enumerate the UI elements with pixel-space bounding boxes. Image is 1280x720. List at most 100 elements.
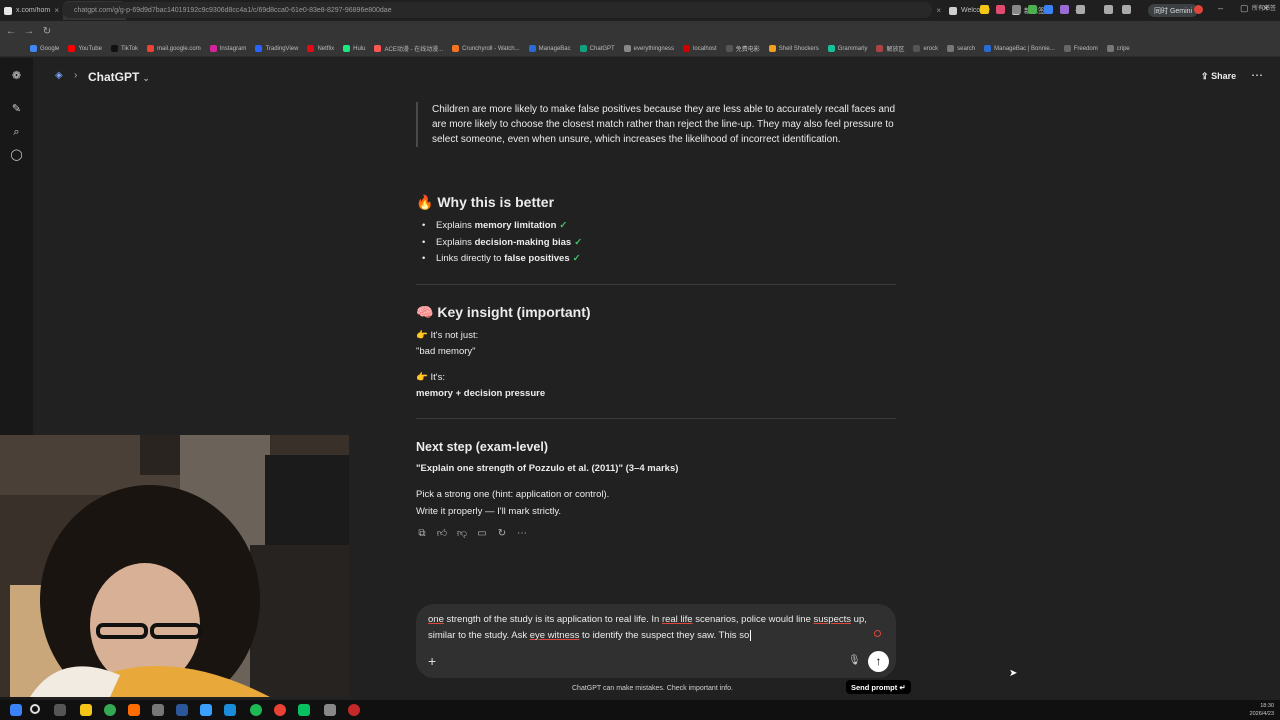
webcam-overlay: [0, 435, 349, 697]
microphone-icon[interactable]: 🎙︎: [848, 655, 861, 666]
spotify-icon[interactable]: [250, 704, 262, 716]
section-title: Why this is better: [437, 194, 555, 210]
extension-icon[interactable]: [1044, 5, 1053, 14]
maximize-icon[interactable]: ▢: [1240, 3, 1249, 14]
model-switcher[interactable]: ChatGPT ⌄: [88, 70, 149, 84]
bookmark-item[interactable]: ACE动漫 - 在线动漫...: [374, 44, 443, 53]
extension-icon[interactable]: [980, 5, 989, 14]
minimize-icon[interactable]: –: [1218, 3, 1223, 13]
bookmark-item[interactable]: ManageBac: [528, 45, 571, 52]
bookmark-item[interactable]: localhost: [683, 45, 717, 52]
instruction-line: Write it properly — I'll mark strictly.: [416, 506, 562, 517]
bookmark-item[interactable]: Crunchyroll - Watch...: [452, 45, 520, 52]
project-icon[interactable]: ◈: [55, 70, 63, 81]
search-icon[interactable]: [30, 704, 40, 714]
bookmark-item[interactable]: YouTube: [68, 45, 102, 52]
thumbs-up-icon[interactable]: 👍︎: [436, 528, 448, 540]
forward-icon[interactable]: →: [22, 26, 36, 37]
bookmark-item[interactable]: TradingView: [255, 45, 298, 52]
bookmark-item[interactable]: cripe: [1106, 45, 1130, 52]
bookmark-favicon-icon: [110, 45, 118, 52]
bookmark-favicon-icon: [147, 45, 155, 52]
extension-icon[interactable]: [1122, 5, 1131, 14]
chat-bubble-icon[interactable]: ◯: [10, 149, 23, 162]
browser-tab[interactable]: x.com/hom ×: [0, 1, 63, 20]
extension-icon[interactable]: [1076, 5, 1085, 14]
all-bookmarks[interactable]: 所有书签: [1252, 3, 1276, 12]
app-icon[interactable]: [176, 704, 188, 716]
send-tooltip: Send prompt ↵: [846, 680, 911, 694]
extension-icon[interactable]: [1060, 5, 1069, 14]
bookmark-item[interactable]: search: [947, 45, 975, 52]
bookmark-item[interactable]: everythingness: [623, 45, 674, 52]
bookmark-item[interactable]: Instagram: [209, 45, 246, 52]
app-icon[interactable]: [348, 704, 360, 716]
bookmark-item[interactable]: Shell Shockers: [768, 45, 819, 52]
extension-icon[interactable]: [1028, 5, 1037, 14]
extension-icon[interactable]: [996, 5, 1005, 14]
add-attachment-icon[interactable]: +: [428, 653, 436, 669]
bookmark-favicon-icon: [827, 45, 835, 52]
thumbs-down-icon[interactable]: 👎︎: [456, 528, 468, 540]
bookmark-item[interactable]: Hulu: [343, 45, 365, 52]
profile-button[interactable]: 同时 Gemini: [1148, 4, 1199, 17]
chrome-icon[interactable]: [104, 704, 116, 716]
tab-close-icon[interactable]: ×: [54, 6, 59, 15]
openai-logo-icon[interactable]: ❁: [10, 70, 23, 83]
spell-flagged-word[interactable]: one: [428, 614, 444, 625]
speaker-icon[interactable]: ▭: [476, 528, 488, 540]
send-button[interactable]: ↑: [868, 651, 889, 672]
spell-flagged-word[interactable]: suspects: [814, 614, 852, 625]
clock-time: 18:30: [1260, 703, 1274, 709]
extension-icon[interactable]: [1012, 5, 1021, 14]
bookmark-item[interactable]: Freedom: [1063, 45, 1098, 52]
avatar[interactable]: [1194, 5, 1203, 14]
tab-favicon-icon: [949, 6, 957, 15]
new-chat-icon[interactable]: ✎: [10, 103, 23, 116]
bookmark-item[interactable]: Google: [30, 45, 59, 52]
bookmark-favicon-icon: [452, 45, 460, 52]
back-icon[interactable]: ←: [4, 26, 18, 37]
bookmark-item[interactable]: ChatGPT: [579, 45, 615, 52]
prompt-composer[interactable]: one strength of the study is its applica…: [416, 604, 896, 678]
share-button[interactable]: ⇪ Share: [1201, 71, 1236, 82]
system-clock[interactable]: 18:30 2026/4/23: [1250, 702, 1274, 718]
file-explorer-icon[interactable]: [80, 704, 92, 716]
bookmark-item[interactable]: Netflix: [307, 45, 334, 52]
reload-icon[interactable]: ↻: [40, 26, 54, 37]
task-view-icon[interactable]: [54, 704, 66, 716]
grammar-indicator-icon[interactable]: [874, 630, 881, 637]
bookmark-item[interactable]: 解放区: [876, 44, 904, 53]
regenerate-icon[interactable]: ↻: [496, 528, 508, 540]
more-options-icon[interactable]: ⋯: [1251, 68, 1263, 82]
spell-flagged-word[interactable]: real life: [662, 614, 693, 625]
app-icon[interactable]: [200, 704, 212, 716]
bookmark-item[interactable]: Grammarly: [827, 45, 867, 52]
bookmark-item[interactable]: TikTok: [110, 45, 138, 52]
section-heading-next: Next step (exam-level): [416, 440, 549, 454]
copy-icon[interactable]: ⧉: [416, 528, 428, 540]
bookmark-item[interactable]: erock: [913, 45, 938, 52]
url-input[interactable]: chatgpt.com/g/g-p-69d9d7bac14019192c9c93…: [62, 2, 932, 18]
search-icon[interactable]: ⌕: [10, 126, 23, 139]
app-icon[interactable]: [224, 704, 236, 716]
app-icon[interactable]: [128, 704, 140, 716]
extension-icon[interactable]: [1104, 5, 1113, 14]
bookmark-item[interactable]: 免费电影: [725, 44, 760, 53]
app-icon[interactable]: [152, 704, 164, 716]
app-icon[interactable]: [324, 704, 336, 716]
prompt-input[interactable]: one strength of the study is its applica…: [428, 612, 878, 643]
chevron-down-icon: ⌄: [142, 74, 150, 83]
tab-close-icon[interactable]: ×: [936, 6, 941, 15]
list-item-text: Explains: [436, 220, 475, 231]
wechat-icon[interactable]: [298, 704, 310, 716]
prompt-text: to identify the suspect they saw. This s…: [579, 629, 750, 641]
spell-flagged-word[interactable]: eye witness: [530, 630, 580, 641]
section-heading-why: 🔥 Why this is better: [416, 194, 554, 211]
more-icon[interactable]: ⋯: [516, 528, 528, 540]
start-icon[interactable]: [10, 704, 22, 716]
bookmark-item[interactable]: ManageBac | Bonnie...: [984, 45, 1055, 52]
bookmarks-bar: Google YouTube TikTok mail.google.com Instag…: [0, 41, 1280, 57]
bookmark-item[interactable]: mail.google.com: [147, 45, 201, 52]
chrome-icon[interactable]: [274, 704, 286, 716]
